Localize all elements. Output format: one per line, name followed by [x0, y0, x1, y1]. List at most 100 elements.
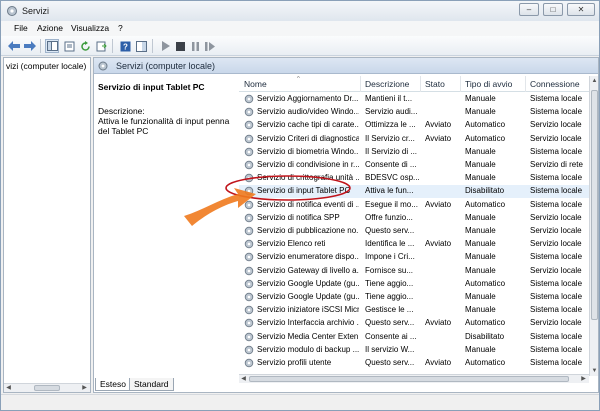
scroll-thumb[interactable] — [591, 90, 598, 320]
scroll-up-icon[interactable]: ▲ — [590, 76, 598, 86]
cell-startup-type: Manuale — [465, 265, 496, 275]
scroll-right-icon[interactable]: ▶ — [80, 384, 89, 392]
tab-standard[interactable]: Standard — [129, 378, 174, 391]
service-gear-icon — [244, 160, 254, 170]
play-icon[interactable] — [158, 39, 172, 53]
cell-state: Avviato — [425, 358, 452, 367]
scroll-down-icon[interactable]: ▼ — [590, 366, 598, 376]
cell-logon: Sistema locale — [530, 278, 583, 288]
sort-indicator-icon: ^ — [297, 76, 300, 82]
cell-description: Servizio audi... — [365, 107, 418, 117]
services-content-pane: Servizi (computer locale) Servizio di in… — [93, 57, 599, 393]
column-header-nome[interactable]: Nome — [244, 79, 267, 89]
panel-icon[interactable] — [134, 39, 148, 53]
cell-logon: Servizio locale — [530, 120, 582, 130]
toolbar: ? — [1, 36, 599, 56]
cell-description: Tiene aggio... — [365, 278, 414, 288]
console-tree-icon[interactable] — [45, 39, 59, 53]
stop-icon[interactable] — [173, 39, 187, 53]
cell-startup-type: Manuale — [465, 252, 496, 262]
menu-azione[interactable]: Azione — [37, 23, 63, 33]
table-row[interactable]: Servizio Google Update (gu... Tiene aggio… — [239, 291, 598, 304]
column-header-tipo-avvio[interactable]: Tipo di avvio — [465, 79, 512, 89]
close-button[interactable]: ✕ — [567, 3, 595, 16]
cell-description: Il Servizio cr... — [365, 133, 415, 143]
back-arrow-icon[interactable] — [7, 39, 21, 53]
column-divider[interactable] — [460, 76, 461, 92]
cell-state: Avviato — [425, 239, 452, 249]
cell-startup-type: Automatico — [465, 133, 506, 143]
cell-description: Tiene aggio... — [365, 292, 414, 301]
minimize-button[interactable]: – — [519, 3, 539, 16]
cell-logon: Servizio locale — [530, 133, 582, 143]
cell-description: Il servizio W... — [365, 344, 415, 354]
tab-esteso[interactable]: Esteso — [95, 378, 131, 391]
restart-icon[interactable] — [203, 39, 217, 53]
cell-startup-type: Automatico — [465, 278, 506, 288]
status-bar — [1, 394, 599, 410]
cell-name: Servizio Media Center Exten... — [257, 331, 359, 341]
cell-startup-type: Manuale — [465, 226, 496, 235]
table-header: Nome ^ Descrizione Stato Tipo di avvio C… — [239, 76, 598, 92]
table-row[interactable]: Servizio Elenco reti Identifica le ... Avv… — [239, 238, 598, 251]
properties-icon[interactable] — [62, 39, 76, 53]
menu-help[interactable]: ? — [118, 23, 123, 33]
column-divider[interactable] — [420, 76, 421, 92]
table-row[interactable]: Servizio di biometria Windo... Il Servizi… — [239, 146, 598, 159]
cell-logon: Servizio locale — [530, 226, 582, 235]
menu-file[interactable]: File — [14, 23, 28, 33]
toolbar-separator — [152, 39, 153, 53]
forward-arrow-icon[interactable] — [23, 39, 37, 53]
cell-name: Servizio Interfaccia archivio ... — [257, 318, 359, 328]
table-row[interactable]: Servizio modulo di backup ... Il servizio… — [239, 344, 598, 357]
service-gear-icon — [244, 94, 254, 104]
cell-name: Servizio iniziatore iSCSI Micr... — [257, 305, 359, 315]
column-header-stato[interactable]: Stato — [425, 79, 445, 89]
service-gear-icon — [244, 279, 254, 289]
table-vertical-scrollbar[interactable]: ▲ ▼ — [589, 76, 598, 376]
pause-icon[interactable] — [188, 39, 202, 53]
column-divider[interactable] — [360, 76, 361, 92]
table-row[interactable]: Servizio enumeratore dispo... Impone i Cr… — [239, 251, 598, 264]
tree-node-services-local[interactable]: vizi (computer locale) — [6, 61, 86, 71]
table-row[interactable]: Servizio cache tipi di carate... Ottimizz… — [239, 119, 598, 132]
services-app-icon — [7, 6, 17, 16]
cell-description: Gestisce le ... — [365, 305, 414, 315]
table-row[interactable]: Servizio Criteri di diagnostica Il Serviz… — [239, 133, 598, 146]
cell-startup-type: Manuale — [465, 94, 496, 103]
maximize-button[interactable]: □ — [543, 3, 563, 16]
tree-horizontal-scrollbar[interactable]: ◀ ▶ — [4, 383, 90, 392]
cell-startup-type: Manuale — [465, 160, 496, 169]
cell-logon: Servizio locale — [530, 318, 582, 328]
cell-logon: Sistema locale — [530, 344, 583, 354]
table-row[interactable]: Servizio Interfaccia archivio ... Questo … — [239, 317, 598, 330]
service-gear-icon — [244, 292, 254, 302]
table-row[interactable]: Servizio Google Update (gu... Tiene aggio… — [239, 278, 598, 291]
column-header-descrizione[interactable]: Descrizione — [365, 79, 409, 89]
table-row[interactable]: Servizio iniziatore iSCSI Micr... Gestisc… — [239, 304, 598, 317]
table-row[interactable]: Servizio Aggiornamento Dr... Mantieni il … — [239, 93, 598, 106]
scroll-right-icon[interactable]: ▶ — [579, 375, 588, 383]
help-icon[interactable]: ? — [118, 39, 132, 53]
column-divider[interactable] — [525, 76, 526, 92]
cell-name: Servizio Criteri di diagnostica — [257, 133, 359, 143]
service-gear-icon — [244, 266, 254, 275]
cell-name: Servizio profili utente — [257, 358, 332, 367]
table-row[interactable]: Servizio profili utente Questo serv... Avv… — [239, 357, 598, 370]
table-row[interactable]: Servizio audio/video Windo... Servizio au… — [239, 106, 598, 119]
menu-visualizza[interactable]: Visualizza — [71, 23, 109, 33]
selected-service-title: Servizio di input Tablet PC — [98, 82, 205, 92]
cell-description: Consente di ... — [365, 160, 417, 169]
table-row[interactable]: Servizio Media Center Exten... Consente a… — [239, 331, 598, 344]
toolbar-separator — [40, 39, 41, 53]
scroll-left-icon[interactable]: ◀ — [4, 384, 13, 392]
refresh-icon[interactable] — [78, 39, 92, 53]
annotation-arrow-overlay — [184, 175, 351, 226]
cell-startup-type: Manuale — [465, 212, 496, 222]
export-list-icon[interactable] — [94, 39, 108, 53]
cell-startup-type: Manuale — [465, 305, 496, 315]
cell-logon: Sistema locale — [530, 146, 583, 156]
column-header-connessione[interactable]: Connessione — [530, 79, 580, 89]
table-row[interactable]: Servizio Gateway di livello a... Fornisce… — [239, 265, 598, 278]
scroll-thumb[interactable] — [34, 385, 60, 391]
